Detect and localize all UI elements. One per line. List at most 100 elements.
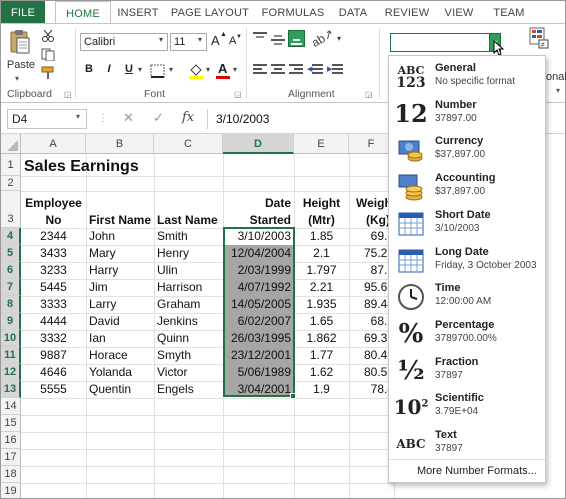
header-date[interactable]: Date [223,195,294,212]
paste-dropdown-icon[interactable]: ▾ [15,74,19,83]
cut-icon[interactable] [41,29,55,42]
cell-no[interactable]: 3333 [21,296,86,313]
cell-height[interactable]: 1.862 [294,330,349,347]
cell-first[interactable]: Yolanda [86,364,154,381]
select-all-corner[interactable] [1,134,21,154]
row-header-13[interactable]: 13 [1,381,21,398]
tab-view[interactable]: VIEW [441,1,477,24]
cell-height[interactable]: 1.65 [294,313,349,330]
font-size-dropdown-icon[interactable]: ▾ [198,35,202,44]
header-no[interactable]: No [21,212,86,229]
cell-no[interactable]: 5555 [21,381,86,398]
cell-height[interactable]: 2.1 [294,245,349,262]
align-bottom-icon[interactable] [288,30,305,47]
align-top-icon[interactable] [253,32,267,46]
row-header-11[interactable]: 11 [1,347,21,364]
increase-indent-icon[interactable]: ▶ [327,64,343,76]
cell-no[interactable]: 2344 [21,228,86,245]
cell-no[interactable]: 4646 [21,364,86,381]
row-header-6[interactable]: 6 [1,262,21,279]
enter-entry-button[interactable]: ✓ [153,110,164,126]
column-header-e[interactable]: E [294,134,349,154]
grow-font-button[interactable]: A [211,33,220,48]
row-header-3[interactable]: 3 [1,191,21,228]
row-header-18[interactable]: 18 [1,466,21,483]
row-header-19[interactable]: 19 [1,483,21,498]
align-right-icon[interactable] [289,64,303,76]
row-header-10[interactable]: 10 [1,330,21,347]
conditional-formatting-icon[interactable]: ≠ [529,27,549,49]
number-format-box[interactable] [390,33,490,52]
cell-last[interactable]: Smyth [154,347,223,364]
menu-item-text[interactable]: ABC Text 37897 [389,426,545,463]
cell-height[interactable]: 2.21 [294,279,349,296]
row-header-17[interactable]: 17 [1,449,21,466]
header-height[interactable]: Height [294,195,349,212]
cell-last[interactable]: Smith [154,228,223,245]
tab-formulas[interactable]: FORMULAS [258,1,328,24]
column-header-a[interactable]: A [21,134,86,154]
cell-last[interactable]: Victor [154,364,223,381]
cell-first[interactable]: David [86,313,154,330]
menu-item-scientific[interactable]: 102 Scientific 3.79E+04 [389,389,545,426]
cell-first[interactable]: Harry [86,262,154,279]
format-painter-icon[interactable] [41,66,57,80]
cell-last[interactable]: Quinn [154,330,223,347]
fill-color-dropdown-icon[interactable]: ▾ [206,65,210,74]
font-color-button[interactable]: A [218,61,227,76]
name-box[interactable]: D4 [7,109,87,129]
clipboard-launcher-icon[interactable]: ◲ [64,90,72,99]
paste-button[interactable]: Paste [5,57,37,73]
cell-last[interactable]: Graham [154,296,223,313]
more-number-formats-link[interactable]: More Number Formats... [417,465,537,477]
cell-date[interactable]: 2/03/1999 [223,262,294,279]
row-header-16[interactable]: 16 [1,432,21,449]
conditional-formatting-dropdown-icon[interactable]: ▾ [556,86,560,95]
align-middle-icon[interactable] [271,32,285,46]
fill-color-icon[interactable] [188,62,204,79]
underline-dropdown-icon[interactable]: ▾ [138,65,142,74]
menu-item-accounting[interactable]: Accounting $37,897.00 [389,169,545,206]
row-header-5[interactable]: 5 [1,245,21,262]
cell-height[interactable]: 1.77 [294,347,349,364]
menu-item-currency[interactable]: Currency $37,897.00 [389,132,545,169]
menu-item-fraction[interactable]: ½ Fraction 37897 [389,353,545,390]
menu-item-long-date[interactable]: Long Date Friday, 3 October 2003 [389,243,545,280]
cell-height[interactable]: 1.9 [294,381,349,398]
bold-button[interactable]: B [80,61,98,78]
cell-height[interactable]: 1.935 [294,296,349,313]
decrease-indent-icon[interactable]: ◀ [307,64,323,76]
cell-last[interactable]: Jenkins [154,313,223,330]
menu-item-time[interactable]: Time 12:00:00 AM [389,279,545,316]
alignment-launcher-icon[interactable]: ◲ [365,90,373,99]
paste-icon[interactable] [9,29,31,55]
cell-first[interactable]: Horace [86,347,154,364]
cell-date[interactable]: 14/05/2005 [223,296,294,313]
cell-date[interactable]: 23/12/2001 [223,347,294,364]
borders-icon[interactable] [150,64,166,78]
font-color-dropdown-icon[interactable]: ▾ [233,65,237,74]
tab-file[interactable]: FILE [1,1,45,24]
font-launcher-icon[interactable]: ◲ [234,90,242,99]
cell-last[interactable]: Engels [154,381,223,398]
cell-no[interactable]: 3332 [21,330,86,347]
italic-button[interactable]: I [100,61,118,78]
cell-no[interactable]: 5445 [21,279,86,296]
cell-first[interactable]: Quentin [86,381,154,398]
row-header-9[interactable]: 9 [1,313,21,330]
cell-last[interactable]: Harrison [154,279,223,296]
menu-item-general[interactable]: ABC 123 General No specific format [389,59,545,96]
menu-item-short-date[interactable]: Short Date 3/10/2003 [389,206,545,243]
tab-insert[interactable]: INSERT [113,1,163,24]
cell-first[interactable]: Larry [86,296,154,313]
align-left-icon[interactable] [253,64,267,76]
borders-dropdown-icon[interactable]: ▾ [169,65,173,74]
orientation-dropdown-icon[interactable]: ▾ [337,34,341,43]
formula-input[interactable]: 3/10/2003 [216,112,269,126]
insert-function-button[interactable]: fx [182,110,194,125]
row-header-15[interactable]: 15 [1,415,21,432]
cell-height[interactable]: 1.85 [294,228,349,245]
cell-first[interactable]: Jim [86,279,154,296]
cell-last[interactable]: Ulin [154,262,223,279]
cell-date[interactable]: 3/10/2003 [223,228,294,245]
